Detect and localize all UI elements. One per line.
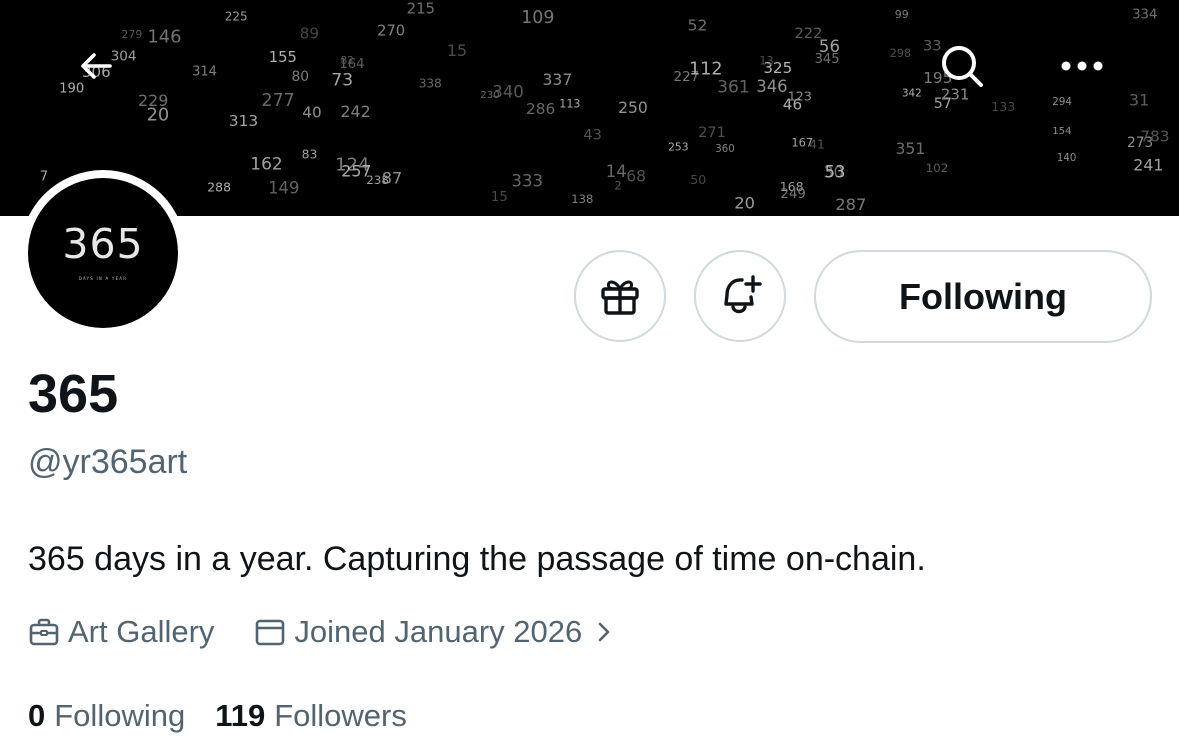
more-horizontal-icon xyxy=(1061,61,1103,71)
banner-number: 41 xyxy=(809,138,825,152)
notifications-button[interactable] xyxy=(694,250,786,342)
banner-number: 360 xyxy=(715,144,734,155)
banner-number: 155 xyxy=(269,49,297,66)
banner-number: 7 xyxy=(40,170,48,185)
bell-plus-icon xyxy=(724,275,762,314)
banner-number: 346 xyxy=(756,77,787,96)
banner-number: 270 xyxy=(377,23,405,40)
banner-number: 333 xyxy=(511,172,543,191)
banner-number: 73 xyxy=(331,71,353,91)
banner-number: 87 xyxy=(382,169,403,188)
banner-number: 783 xyxy=(1140,128,1169,146)
search-icon xyxy=(942,46,983,87)
follow-stats: 0 Following 119 Followers xyxy=(28,696,407,736)
banner-number: 249 xyxy=(781,187,806,202)
banner-number: 53 xyxy=(825,162,846,181)
gift-icon xyxy=(601,280,639,315)
banner-number: 89 xyxy=(300,25,319,43)
banner-number: 286 xyxy=(526,100,555,118)
banner-number: 15 xyxy=(491,190,508,205)
briefcase-icon xyxy=(29,618,59,646)
banner-number: 334 xyxy=(1132,7,1157,22)
following-button[interactable]: Following xyxy=(814,250,1152,343)
profile-meta: Art Gallery Joined January 2026 xyxy=(28,612,626,652)
banner-number: 277 xyxy=(262,91,295,111)
banner-number: 68 xyxy=(626,167,646,185)
banner-number: 146 xyxy=(147,27,181,48)
banner-number: 15 xyxy=(447,41,467,60)
banner-number: 102 xyxy=(926,161,949,175)
joined-date-link[interactable]: Joined January 2026 xyxy=(254,614,626,650)
chevron-right-icon xyxy=(598,622,610,642)
following-count-label: Following xyxy=(54,698,186,733)
avatar[interactable]: 365 DAYS IN A YEAR xyxy=(20,170,186,336)
banner-number: 43 xyxy=(583,126,602,143)
banner-number: 109 xyxy=(521,8,554,28)
gift-button[interactable] xyxy=(574,250,666,342)
calendar-icon xyxy=(256,619,285,646)
banner-number: 298 xyxy=(890,47,911,60)
banner-number: 257 xyxy=(341,162,371,181)
profile-bio: 365 days in a year. Capturing the passag… xyxy=(28,540,926,578)
search-button[interactable] xyxy=(932,36,992,96)
user-handle: @yr365art xyxy=(28,443,188,481)
banner-number: 271 xyxy=(698,125,726,141)
followers-count: 119 xyxy=(215,698,266,733)
banner-number: 253 xyxy=(668,141,688,154)
banner-number: 52 xyxy=(688,16,708,34)
avatar-image: 365 DAYS IN A YEAR xyxy=(28,178,178,328)
banner-number: 361 xyxy=(717,77,750,97)
followers-count-link[interactable]: 119 Followers xyxy=(215,698,407,734)
banner-number: 40 xyxy=(302,104,321,122)
banner-number: 314 xyxy=(192,65,217,80)
category-label: Art Gallery xyxy=(68,614,215,649)
banner-number: 99 xyxy=(895,8,909,21)
followers-count-label: Followers xyxy=(274,698,407,733)
category-item: Art Gallery xyxy=(28,614,214,650)
banner-number: 250 xyxy=(618,99,648,117)
banner-number: 342 xyxy=(902,88,922,100)
banner-number: 162 xyxy=(250,155,282,175)
banner-number: 50 xyxy=(690,172,706,187)
banner-number: 242 xyxy=(341,102,371,121)
banner-number: 215 xyxy=(407,0,435,18)
avatar-logo-text: 365 xyxy=(62,219,144,268)
banner-number: 287 xyxy=(835,195,866,214)
banner-number: 230 xyxy=(480,90,499,101)
profile-banner[interactable]: 325 167 30 33 162 229 73 340 314 31 333 68 52 345 15 89… xyxy=(0,0,1179,216)
banner-number: 123 xyxy=(788,89,812,104)
following-count-link[interactable]: 0 Following xyxy=(28,698,185,734)
avatar-logo-subtitle: DAYS IN A YEAR xyxy=(78,275,128,281)
banner-number: 113 xyxy=(559,98,580,111)
banner-number: 2 xyxy=(614,178,621,192)
more-options-button[interactable] xyxy=(1052,36,1112,96)
banner-number: 138 xyxy=(571,192,593,206)
banner-number: 140 xyxy=(1057,153,1076,164)
banner-number: 20 xyxy=(734,193,755,212)
banner-number: 83 xyxy=(302,146,318,161)
display-name: 365 xyxy=(28,364,119,424)
banner-number: 20 xyxy=(147,105,170,126)
banner-number: 338 xyxy=(419,76,442,90)
banner-number: 133 xyxy=(991,99,1015,114)
joined-label: Joined January 2026 xyxy=(294,614,583,649)
banner-number: 294 xyxy=(1052,96,1072,108)
banner-number: 149 xyxy=(268,179,299,198)
banner-number: 241 xyxy=(1133,156,1163,175)
banner-number: 13 xyxy=(759,55,773,68)
banner-number: 31 xyxy=(1129,91,1149,110)
banner-number-pattern: 32516730331622297334031431333 68523451589… xyxy=(40,0,1170,214)
banner-number: 80 xyxy=(292,69,310,85)
banner-number: 337 xyxy=(543,71,573,89)
banner-number: 313 xyxy=(229,112,258,130)
banner-number: 56 xyxy=(819,37,840,56)
banner-number: 82 xyxy=(341,55,354,67)
banner-number: 288 xyxy=(207,180,231,195)
banner-number: 154 xyxy=(1052,126,1071,137)
back-button[interactable] xyxy=(66,36,126,96)
banner-number: 225 xyxy=(225,9,248,23)
arrow-left-icon xyxy=(81,53,112,79)
banner-number: 351 xyxy=(896,140,926,158)
following-count: 0 xyxy=(28,698,46,733)
